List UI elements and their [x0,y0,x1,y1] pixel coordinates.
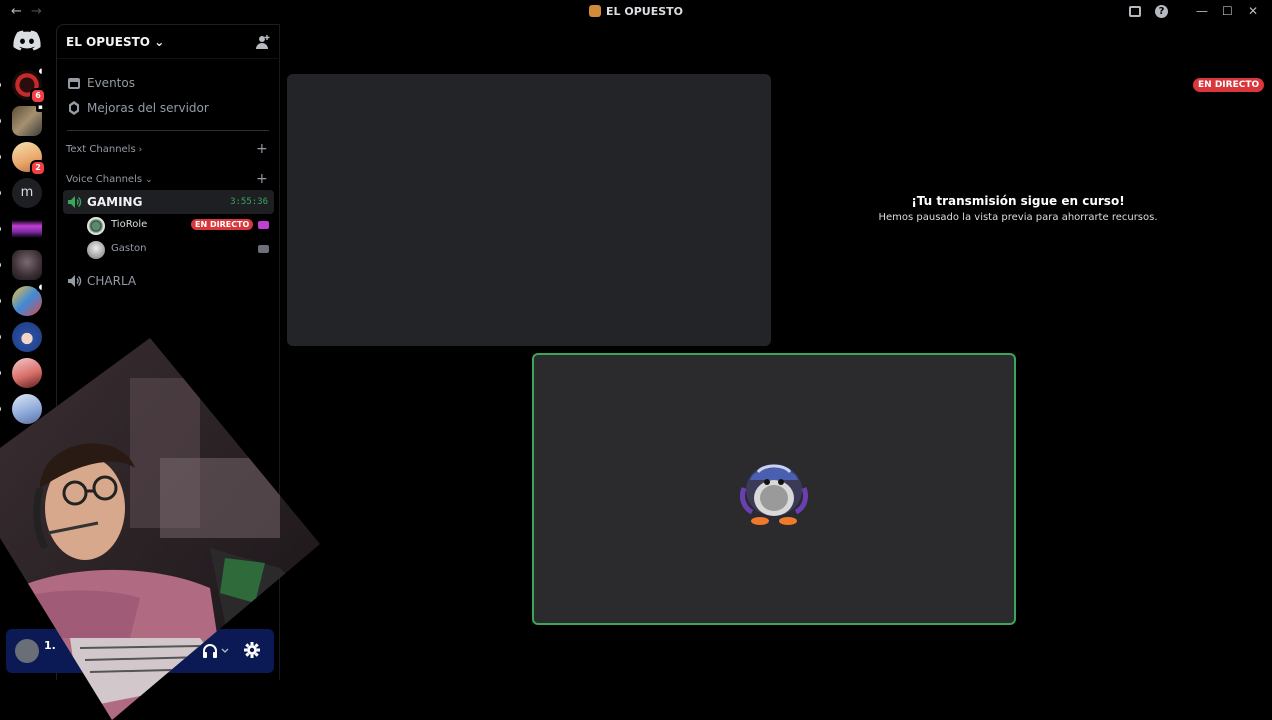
voice-channel-name: GAMING [87,195,143,209]
server-mini-icon [589,5,601,17]
voice-duration: 3:55:36 [230,197,268,207]
title-bar: ← → EL OPUESTO ? — ☐ ✕ [0,0,1272,24]
inbox-icon[interactable] [1129,6,1141,17]
mention-badge: 6 [30,88,46,104]
discord-logo-icon[interactable] [13,30,41,52]
add-voice-channel-button[interactable]: + [256,171,268,187]
close-button[interactable]: ✕ [1248,4,1258,18]
boost-icon [69,101,79,115]
camera-icon [258,245,269,253]
voice-active-icon: ◖ [36,283,45,292]
speaker-icon [68,275,82,287]
chevron-down-icon: ⌄ [145,175,153,185]
invite-user-icon[interactable] [255,34,271,50]
server-colorful[interactable]: ◖ [12,283,45,316]
window-title: EL OPUESTO [0,5,1272,18]
chevron-right-icon: › [138,145,143,155]
server-mosaic[interactable]: ▪ [12,103,45,136]
help-icon[interactable]: ? [1155,5,1168,18]
avatar [87,217,105,235]
avatar [87,241,105,259]
voice-channel-charla[interactable]: CHARLA [63,269,274,293]
voice-active-icon: ◖ [36,67,45,76]
member-name: Gaston [111,243,147,254]
server-name-text: EL OPUESTO [66,35,150,49]
speaker-icon [68,196,82,208]
member-name: TioRole [111,219,148,230]
category-voice-channels[interactable]: Voice Channels ⌄ [66,174,153,185]
voice-active-icon: ▪ [36,103,45,112]
penguin-avatar-icon [739,462,809,525]
voice-channel-gaming[interactable]: GAMING 3:55:36 [63,190,274,214]
server-purple-text[interactable] [12,214,42,244]
mention-badge: 2 [30,160,46,176]
voice-member-gaston[interactable]: Gaston [87,239,273,261]
voice-member-tiorole[interactable]: TioRole EN DIRECTO [87,215,273,237]
live-badge: EN DIRECTO [191,219,254,230]
add-text-channel-button[interactable]: + [256,141,268,157]
server-name: EL OPUESTO ⌄ [66,35,164,49]
server-dark-figure[interactable] [12,250,42,280]
divider [67,130,269,131]
minimize-button[interactable]: — [1196,4,1208,18]
category-voice-label: Voice Channels [66,174,143,185]
server-m[interactable]: m [12,178,42,208]
stream-paused-title: ¡Tu transmisión sigue en curso! [911,194,1125,208]
server-header[interactable]: EL OPUESTO ⌄ [57,25,280,59]
window-title-text: EL OPUESTO [606,5,683,18]
calendar-icon [68,78,80,89]
server-anime-blonde[interactable]: 2 [12,142,46,176]
chevron-down-icon: ⌄ [154,35,165,49]
stream-tile-paused[interactable] [287,74,771,346]
server-red-circle[interactable]: ◖ 6 [12,67,46,104]
live-badge: EN DIRECTO [1193,78,1265,92]
voice-channel-name: CHARLA [87,274,137,288]
menu-events-label: Eventos [87,76,135,90]
menu-server-boost-label: Mejoras del servidor [87,101,209,115]
stream-paused-subtitle: Hemos pausado la vista previa para ahorr… [878,212,1158,223]
webcam-overlay [0,338,320,720]
activity-icon [258,221,269,229]
category-text-channels[interactable]: Text Channels › [66,144,142,155]
maximize-button[interactable]: ☐ [1222,4,1233,18]
category-text-label: Text Channels [66,144,136,155]
